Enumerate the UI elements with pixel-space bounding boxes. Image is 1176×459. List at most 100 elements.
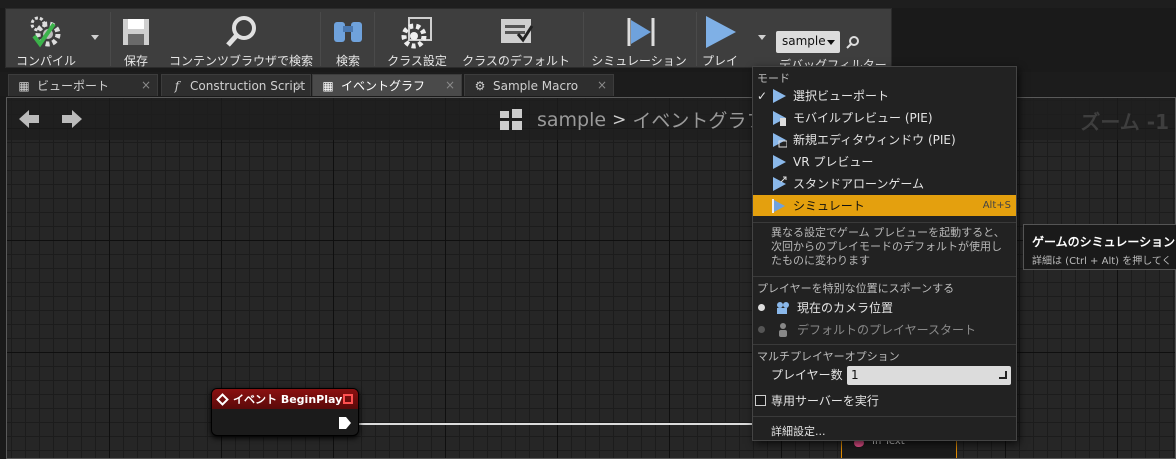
standalone-play-icon	[773, 176, 787, 191]
content-browser-label: コンテンツブラウザで検索	[168, 54, 313, 68]
menu-item-selected-viewport[interactable]: ✓ 選択ビューポート	[753, 85, 1016, 106]
play-options-arrow[interactable]	[758, 35, 766, 40]
save-label: 保存	[123, 54, 148, 68]
class-settings-label: クラス設定	[387, 54, 447, 68]
compile-button[interactable]: コンパイル	[10, 9, 82, 69]
player-icon	[779, 322, 787, 337]
delegate-pin-icon[interactable]	[343, 394, 353, 404]
node-title: イベント BeginPlay	[233, 393, 343, 406]
gear-icon: ⚙	[474, 78, 486, 93]
dedicated-server-label: 専用サーバーを実行	[771, 394, 879, 408]
spawn-option-player-start[interactable]: デフォルトのプレイヤースタート	[753, 319, 1016, 340]
play-button[interactable]: プレイ	[700, 9, 740, 69]
simulation-label: シミュレーション	[591, 54, 687, 68]
player-count-label: プレイヤー数	[771, 368, 843, 382]
breadcrumb-current: イベントグラフ	[632, 110, 766, 132]
spawn-option-label: デフォルトのプレイヤースタート	[797, 323, 977, 337]
menu-item-vr-preview[interactable]: VR プレビュー	[753, 151, 1016, 172]
play-icon	[700, 12, 740, 51]
menu-item-label: スタンドアローンゲーム	[793, 177, 925, 191]
debug-object-select[interactable]: sample	[776, 31, 840, 53]
menu-item-label: 選択ビューポート	[793, 89, 890, 103]
graph-icon	[500, 108, 522, 130]
breadcrumb-root[interactable]: sample	[537, 109, 606, 131]
tab-event-graph[interactable]: ▦ イベントグラフ ×	[312, 74, 462, 96]
compile-gear-icon	[26, 12, 66, 51]
back-arrow-icon[interactable]	[19, 109, 41, 129]
menu-divider	[753, 416, 1016, 417]
menu-item-simulate[interactable]: シミュレート Alt+S	[753, 195, 1016, 216]
menu-item-new-editor-window[interactable]: 新規エディタウィンドウ (PIE)	[753, 129, 1016, 150]
class-defaults-button[interactable]: クラスのデフォルト	[460, 9, 572, 69]
chevron-down-icon	[827, 40, 835, 45]
exec-wire	[359, 423, 759, 425]
checkbox-icon[interactable]	[755, 395, 766, 406]
mode-section-header: モード	[757, 72, 790, 85]
toolbar-separator	[696, 12, 697, 66]
checklist-icon	[496, 12, 536, 51]
search-icon[interactable]	[846, 34, 860, 49]
grid-icon: ▦	[18, 78, 30, 93]
toolbar-separator	[320, 12, 321, 66]
event-diamond-icon	[216, 392, 229, 406]
tab-label: イベントグラフ	[341, 79, 426, 93]
save-button[interactable]: 保存	[116, 9, 156, 69]
exec-pin-icon[interactable]	[339, 417, 351, 429]
menu-item-label: シミュレート	[793, 199, 865, 213]
spawn-option-camera[interactable]: 現在のカメラ位置	[753, 297, 1016, 318]
tab-viewport[interactable]: ▦ ビューポート ×	[8, 74, 158, 96]
close-icon[interactable]: ×	[141, 78, 151, 92]
advanced-settings-link[interactable]: 詳細設定...	[771, 423, 826, 439]
menu-divider	[753, 344, 1016, 345]
find-label: 検索	[335, 54, 360, 68]
play-icon	[773, 88, 786, 103]
play-options-menu: モード ✓ 選択ビューポート モバイルプレビュー (PIE) 新規エディタウィン…	[752, 66, 1017, 441]
player-count-input[interactable]: 1	[847, 366, 1011, 385]
menu-divider	[753, 276, 1016, 277]
menu-item-mobile-preview[interactable]: モバイルプレビュー (PIE)	[753, 107, 1016, 128]
mobile-play-icon	[773, 110, 786, 126]
menu-item-label: モバイルプレビュー (PIE)	[793, 111, 933, 125]
close-icon[interactable]: ×	[597, 78, 607, 92]
event-beginplay-node[interactable]: イベント BeginPlay	[211, 388, 359, 436]
forward-arrow-icon[interactable]	[60, 109, 82, 129]
radio-selected-icon	[758, 304, 765, 311]
tab-label: Sample Macro	[493, 78, 579, 93]
dedicated-server-option[interactable]: 専用サーバーを実行	[755, 392, 879, 409]
close-icon[interactable]: ×	[445, 78, 455, 92]
compile-label: コンパイル	[15, 54, 76, 68]
class-defaults-label: クラスのデフォルト	[462, 54, 570, 68]
blueprint-editor: { "toolbar": { "compile": "コンパイル", "save…	[0, 0, 1176, 459]
toolbar-separator	[110, 12, 111, 66]
simulation-button[interactable]: シミュレーション	[588, 9, 690, 69]
radio-unselected-icon	[758, 326, 765, 333]
compile-options-arrow[interactable]	[91, 35, 99, 40]
vr-play-icon	[773, 154, 786, 169]
function-icon: f	[174, 78, 180, 93]
class-settings-button[interactable]: クラス設定	[380, 9, 454, 69]
breadcrumb: sample > イベントグラフ	[499, 106, 765, 133]
menu-item-standalone-game[interactable]: スタンドアローンゲーム	[753, 173, 1016, 194]
camera-icon	[777, 301, 789, 314]
breadcrumb-separator: >	[612, 109, 627, 130]
play-label: プレイ	[701, 54, 738, 68]
debug-object-value: sample	[782, 34, 826, 48]
floppy-disk-icon	[116, 12, 156, 51]
title-strip	[0, 0, 1176, 8]
tooltip-title: ゲームのシミュレーション	[1032, 235, 1176, 249]
content-browser-button[interactable]: コンテンツブラウザで検索	[166, 9, 316, 69]
resize-grip-icon	[999, 371, 1007, 379]
player-count-value: 1	[851, 368, 859, 382]
binoculars-icon	[328, 12, 368, 51]
simulate-tooltip: ゲームのシミュレーション 詳細は (Ctrl + Alt) を押してく	[1023, 224, 1176, 270]
spawn-option-label: 現在のカメラ位置	[797, 301, 894, 315]
simulate-icon	[772, 198, 785, 213]
tab-construction-script[interactable]: f Construction Script ×	[161, 74, 311, 96]
zoom-level: ズーム -1	[1080, 110, 1169, 134]
node-header: イベント BeginPlay	[212, 389, 358, 409]
window-play-icon	[773, 132, 787, 147]
find-button[interactable]: 検索	[328, 9, 368, 69]
close-icon[interactable]: ×	[294, 78, 304, 92]
tab-sample-macro[interactable]: ⚙ Sample Macro ×	[464, 74, 614, 96]
toolbar: コンパイル 保存 コンテンツブラウザで検索 検索 クラス設定 クラスのデフォルト	[5, 8, 892, 72]
